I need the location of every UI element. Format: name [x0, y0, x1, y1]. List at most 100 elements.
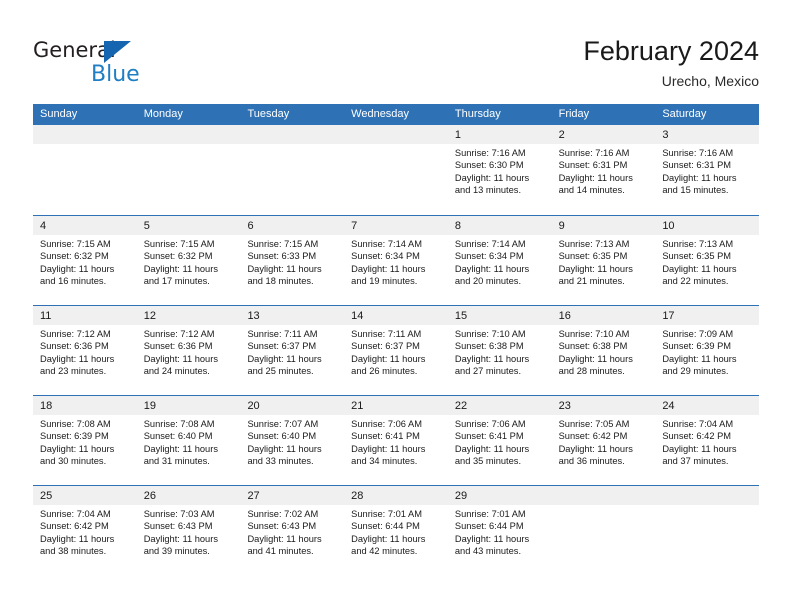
- daylight-text-line2: and 14 minutes.: [558, 184, 625, 195]
- day-cell[interactable]: [33, 125, 137, 215]
- daylight-text-line2: and 35 minutes.: [454, 455, 522, 466]
- day-cell[interactable]: [655, 486, 760, 575]
- sunrise-text: Sunrise: 7:11 AM: [351, 329, 422, 339]
- day-details: Sunrise: 7:11 AM Sunset: 6:37 PM Dayligh…: [240, 325, 344, 377]
- day-details: Sunrise: 7:07 AM Sunset: 6:40 PM Dayligh…: [240, 415, 344, 467]
- daylight-text-line2: and 21 minutes.: [558, 275, 625, 286]
- day-cell[interactable]: 22 Sunrise: 7:06 AM Sunset: 6:41 PM Dayl…: [447, 396, 552, 485]
- day-details: Sunrise: 7:16 AM Sunset: 6:31 PM Dayligh…: [655, 144, 759, 196]
- day-cell[interactable]: 19 Sunrise: 7:08 AM Sunset: 6:40 PM Dayl…: [136, 396, 241, 485]
- general-blue-logo[interactable]: General Blue: [33, 38, 233, 94]
- day-cell[interactable]: 8 Sunrise: 7:14 AM Sunset: 6:34 PM Dayli…: [447, 216, 552, 305]
- sunrise-text: Sunrise: 7:02 AM: [247, 509, 319, 519]
- day-cell[interactable]: 27 Sunrise: 7:02 AM Sunset: 6:43 PM Dayl…: [240, 486, 345, 575]
- day-cell[interactable]: 28 Sunrise: 7:01 AM Sunset: 6:44 PM Dayl…: [344, 486, 448, 575]
- sunset-text: Sunset: 6:43 PM: [143, 521, 213, 532]
- day-number: 17: [655, 306, 760, 325]
- page-title: February 2024: [583, 36, 759, 66]
- day-cell[interactable]: 16 Sunrise: 7:10 AM Sunset: 6:38 PM Dayl…: [551, 306, 656, 395]
- daylight-text-line2: and 17 minutes.: [143, 275, 210, 286]
- day-number: 2: [551, 125, 656, 144]
- day-cell[interactable]: [344, 125, 448, 215]
- daylight-text-line2: and 28 minutes.: [558, 365, 625, 376]
- day-cell[interactable]: 14 Sunrise: 7:11 AM Sunset: 6:37 PM Dayl…: [344, 306, 448, 395]
- day-cell[interactable]: 10 Sunrise: 7:13 AM Sunset: 6:35 PM Dayl…: [655, 216, 760, 305]
- daylight-text-line1: Daylight: 11 hours: [351, 353, 426, 364]
- day-number: 20: [240, 396, 345, 415]
- day-cell[interactable]: 25 Sunrise: 7:04 AM Sunset: 6:42 PM Dayl…: [33, 486, 137, 575]
- day-cell[interactable]: 7 Sunrise: 7:14 AM Sunset: 6:34 PM Dayli…: [344, 216, 448, 305]
- day-cell[interactable]: 24 Sunrise: 7:04 AM Sunset: 6:42 PM Dayl…: [655, 396, 760, 485]
- day-cell[interactable]: 6 Sunrise: 7:15 AM Sunset: 6:33 PM Dayli…: [240, 216, 345, 305]
- daylight-text-line1: Daylight: 11 hours: [247, 443, 322, 454]
- title-block: February 2024 Urecho, Mexico: [583, 34, 759, 91]
- daylight-text-line1: Daylight: 11 hours: [662, 443, 737, 454]
- day-cell[interactable]: 3 Sunrise: 7:16 AM Sunset: 6:31 PM Dayli…: [655, 125, 760, 215]
- day-number: [551, 486, 656, 505]
- daylight-text-line1: Daylight: 11 hours: [247, 533, 322, 544]
- day-cell[interactable]: 12 Sunrise: 7:12 AM Sunset: 6:36 PM Dayl…: [136, 306, 241, 395]
- day-number: 9: [551, 216, 656, 235]
- day-number: 4: [33, 216, 137, 235]
- day-details: Sunrise: 7:12 AM Sunset: 6:36 PM Dayligh…: [137, 325, 241, 377]
- day-cell[interactable]: 13 Sunrise: 7:11 AM Sunset: 6:37 PM Dayl…: [240, 306, 345, 395]
- daylight-text-line1: Daylight: 11 hours: [143, 263, 218, 274]
- day-cell[interactable]: [136, 125, 241, 215]
- day-cell[interactable]: 26 Sunrise: 7:03 AM Sunset: 6:43 PM Dayl…: [136, 486, 241, 575]
- sunset-text: Sunset: 6:33 PM: [247, 251, 317, 262]
- sunset-text: Sunset: 6:35 PM: [662, 251, 732, 262]
- weekday-header-monday: Monday: [143, 108, 183, 120]
- day-cell[interactable]: 15 Sunrise: 7:10 AM Sunset: 6:38 PM Dayl…: [447, 306, 552, 395]
- day-number: 28: [344, 486, 448, 505]
- sunrise-text: Sunrise: 7:14 AM: [351, 239, 422, 249]
- day-details: Sunrise: 7:04 AM Sunset: 6:42 PM Dayligh…: [655, 415, 759, 467]
- week-row: 11 Sunrise: 7:12 AM Sunset: 6:36 PM Dayl…: [33, 305, 760, 395]
- day-number: 19: [136, 396, 241, 415]
- calendar-page: General Blue February 2024 Urecho, Mexic…: [0, 0, 792, 612]
- sunrise-text: Sunrise: 7:16 AM: [662, 148, 734, 158]
- sunrise-text: Sunrise: 7:12 AM: [143, 329, 215, 339]
- day-number: 12: [136, 306, 241, 325]
- daylight-text-line1: Daylight: 11 hours: [454, 533, 530, 544]
- day-number: [344, 125, 448, 144]
- day-cell[interactable]: 5 Sunrise: 7:15 AM Sunset: 6:32 PM Dayli…: [136, 216, 241, 305]
- day-details: Sunrise: 7:15 AM Sunset: 6:32 PM Dayligh…: [33, 235, 137, 287]
- day-details: Sunrise: 7:08 AM Sunset: 6:39 PM Dayligh…: [33, 415, 137, 467]
- day-cell[interactable]: 21 Sunrise: 7:06 AM Sunset: 6:41 PM Dayl…: [344, 396, 448, 485]
- sunset-text: Sunset: 6:38 PM: [558, 341, 628, 352]
- weekday-header-row: Sunday Monday Tuesday Wednesday Thursday…: [33, 104, 759, 125]
- sunrise-text: Sunrise: 7:15 AM: [247, 239, 319, 249]
- day-cell[interactable]: 18 Sunrise: 7:08 AM Sunset: 6:39 PM Dayl…: [33, 396, 137, 485]
- day-cell[interactable]: 11 Sunrise: 7:12 AM Sunset: 6:36 PM Dayl…: [33, 306, 137, 395]
- day-details: Sunrise: 7:13 AM Sunset: 6:35 PM Dayligh…: [655, 235, 759, 287]
- daylight-text-line2: and 25 minutes.: [247, 365, 314, 376]
- daylight-text-line1: Daylight: 11 hours: [558, 172, 633, 183]
- day-cell[interactable]: [551, 486, 656, 575]
- day-cell[interactable]: 17 Sunrise: 7:09 AM Sunset: 6:39 PM Dayl…: [655, 306, 760, 395]
- daylight-text-line1: Daylight: 11 hours: [454, 443, 530, 454]
- daylight-text-line1: Daylight: 11 hours: [558, 353, 633, 364]
- sunset-text: Sunset: 6:32 PM: [143, 251, 213, 262]
- day-cell[interactable]: 29 Sunrise: 7:01 AM Sunset: 6:44 PM Dayl…: [447, 486, 552, 575]
- day-cell[interactable]: 9 Sunrise: 7:13 AM Sunset: 6:35 PM Dayli…: [551, 216, 656, 305]
- daylight-text-line1: Daylight: 11 hours: [662, 353, 737, 364]
- sunrise-text: Sunrise: 7:08 AM: [143, 419, 215, 429]
- sunset-text: Sunset: 6:37 PM: [351, 341, 420, 352]
- day-cell[interactable]: 4 Sunrise: 7:15 AM Sunset: 6:32 PM Dayli…: [33, 216, 137, 305]
- sunset-text: Sunset: 6:40 PM: [247, 431, 317, 442]
- day-number: 15: [447, 306, 552, 325]
- calendar-grid: Sunday Monday Tuesday Wednesday Thursday…: [33, 104, 760, 575]
- day-cell[interactable]: 2 Sunrise: 7:16 AM Sunset: 6:31 PM Dayli…: [551, 125, 656, 215]
- day-cell[interactable]: 20 Sunrise: 7:07 AM Sunset: 6:40 PM Dayl…: [240, 396, 345, 485]
- day-number: 26: [136, 486, 241, 505]
- daylight-text-line2: and 20 minutes.: [454, 275, 522, 286]
- weekday-header-saturday: Saturday: [662, 108, 707, 120]
- day-cell[interactable]: 23 Sunrise: 7:05 AM Sunset: 6:42 PM Dayl…: [551, 396, 656, 485]
- weekday-header-tuesday: Tuesday: [247, 108, 290, 120]
- day-number: 1: [447, 125, 552, 144]
- day-cell[interactable]: 1 Sunrise: 7:16 AM Sunset: 6:30 PM Dayli…: [447, 125, 552, 215]
- sunrise-text: Sunrise: 7:15 AM: [143, 239, 215, 249]
- day-details: Sunrise: 7:01 AM Sunset: 6:44 PM Dayligh…: [344, 505, 448, 557]
- day-cell[interactable]: [240, 125, 345, 215]
- sunrise-text: Sunrise: 7:04 AM: [662, 419, 734, 429]
